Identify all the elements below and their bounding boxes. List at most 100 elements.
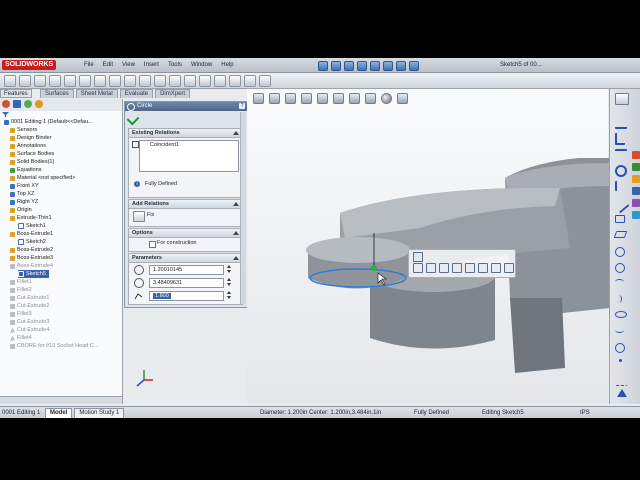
draft-icon[interactable] xyxy=(184,75,196,87)
fix-relation-label[interactable]: Fix xyxy=(147,212,154,219)
wrap-icon[interactable] xyxy=(169,75,181,87)
tab-sheet-metal[interactable]: Sheet Metal xyxy=(75,89,118,98)
file-explorer-icon[interactable] xyxy=(632,175,640,183)
center-y-field[interactable]: 3.48409631 xyxy=(149,278,224,288)
undo-icon[interactable] xyxy=(370,61,380,71)
options-icon[interactable] xyxy=(409,61,419,71)
revolved-cut-icon[interactable] xyxy=(94,75,106,87)
tree-item[interactable]: Cut-Extrude1 xyxy=(10,294,49,302)
select-icon[interactable] xyxy=(383,61,393,71)
appearance-icon[interactable] xyxy=(504,263,514,273)
tab-surfaces[interactable]: Surfaces xyxy=(40,89,74,98)
display-style-icon[interactable] xyxy=(333,93,344,104)
mirror-icon[interactable] xyxy=(615,181,623,191)
solidworks-logo[interactable]: SOLIDWORKS xyxy=(2,60,57,70)
rectangle-icon[interactable] xyxy=(615,215,625,223)
tree-item[interactable]: Design Binder xyxy=(10,134,52,142)
tree-root[interactable]: 0001 Editing 1 (Default<<Defau... xyxy=(4,118,93,126)
for-construction-checkbox[interactable] xyxy=(149,241,156,248)
tree-item[interactable]: Right YZ xyxy=(10,198,38,206)
circle-icon[interactable] xyxy=(615,247,625,257)
property-manager-icon[interactable] xyxy=(13,100,21,108)
tree-item[interactable]: Fillet2 xyxy=(10,286,32,294)
zoom-area-icon[interactable] xyxy=(269,93,280,104)
lofted-boss-icon[interactable] xyxy=(49,75,61,87)
normal-to-icon[interactable] xyxy=(465,263,475,273)
pm-scrollbar[interactable] xyxy=(240,112,246,304)
centerline-icon[interactable] xyxy=(615,375,627,386)
zoom-to-selection-icon[interactable] xyxy=(452,263,462,273)
smart-dimension-icon[interactable] xyxy=(426,263,436,273)
curves-icon[interactable] xyxy=(244,75,256,87)
tab-features[interactable]: Features xyxy=(0,89,32,98)
radius-field[interactable]: 1.600 xyxy=(149,291,224,301)
save-icon[interactable] xyxy=(344,61,354,71)
parameters-title[interactable]: Parameters xyxy=(129,254,242,263)
menu-help[interactable]: Help xyxy=(221,60,233,70)
tab-dimxpert[interactable]: DimXpert xyxy=(155,89,191,98)
fillet-icon[interactable] xyxy=(124,75,136,87)
feature-manager-icon[interactable] xyxy=(2,100,10,108)
filter-icon[interactable] xyxy=(2,112,9,117)
offset-icon[interactable] xyxy=(615,149,627,161)
tree-item[interactable]: Equations xyxy=(10,166,41,174)
tree-item[interactable]: Top XZ xyxy=(10,190,34,198)
smart-dimension-icon[interactable] xyxy=(615,117,627,129)
edit-sketch-icon[interactable] xyxy=(413,263,423,273)
tree-item[interactable]: Sketch2 xyxy=(18,238,46,246)
tree-item[interactable]: Boss-Extrude4 xyxy=(10,262,53,270)
menu-file[interactable]: File xyxy=(84,60,94,70)
units-selector[interactable]: IPS xyxy=(580,409,590,417)
relation-icon[interactable] xyxy=(615,133,625,145)
tab-evaluate[interactable]: Evaluate xyxy=(119,89,154,98)
collapse-icon[interactable] xyxy=(233,131,239,135)
line-icon[interactable] xyxy=(612,196,630,214)
swept-boss-icon[interactable] xyxy=(34,75,46,87)
spline-icon[interactable] xyxy=(615,327,624,333)
view-orientation-icon[interactable] xyxy=(317,93,328,104)
tree-item[interactable]: Sensors xyxy=(10,126,37,134)
menu-view[interactable]: View xyxy=(122,60,135,70)
center-y-spinner[interactable] xyxy=(227,278,232,286)
previous-view-icon[interactable] xyxy=(285,93,296,104)
tree-item[interactable]: Origin xyxy=(10,206,32,214)
hide-icon[interactable] xyxy=(491,263,501,273)
extruded-boss-icon[interactable] xyxy=(4,75,16,87)
parallelogram-icon[interactable] xyxy=(613,231,628,238)
polygon-icon[interactable] xyxy=(615,343,625,353)
revolved-boss-icon[interactable] xyxy=(19,75,31,87)
tree-item[interactable]: Boss-Extrude2 xyxy=(10,246,53,254)
tree-item[interactable]: Cut-Extrude3 xyxy=(10,318,49,326)
swept-cut-icon[interactable] xyxy=(109,75,121,87)
sketch-icon[interactable] xyxy=(615,93,629,105)
custom-properties-icon[interactable] xyxy=(632,211,640,219)
fix-relation-icon[interactable] xyxy=(133,211,145,222)
tree-item[interactable]: Cut-Extrude2 xyxy=(10,302,49,310)
tree-item[interactable]: Annotations xyxy=(10,142,46,150)
shell-icon[interactable] xyxy=(199,75,211,87)
tree-item[interactable]: Fillet1 xyxy=(10,278,32,286)
menu-edit[interactable]: Edit xyxy=(103,60,113,70)
collapse-icon[interactable] xyxy=(233,231,239,235)
rebuild-icon[interactable] xyxy=(396,61,406,71)
menu-window[interactable]: Window xyxy=(191,60,212,70)
hide-show-icon[interactable] xyxy=(349,93,360,104)
tree-item[interactable]: Material <not specified> xyxy=(10,174,75,182)
mirror-icon[interactable] xyxy=(214,75,226,87)
collapse-icon[interactable] xyxy=(233,256,239,260)
tangent-arc-icon[interactable] xyxy=(615,295,622,303)
edit-feature-icon[interactable] xyxy=(478,263,488,273)
new-icon[interactable] xyxy=(318,61,328,71)
options-title[interactable]: Options xyxy=(129,229,242,238)
relation-icon[interactable] xyxy=(439,263,449,273)
pattern-icon[interactable] xyxy=(139,75,151,87)
context-select-icon[interactable] xyxy=(413,252,423,262)
design-library-icon[interactable] xyxy=(632,163,640,171)
tree-item[interactable]: Solid Bodies(1) xyxy=(10,158,54,166)
existing-relations-title[interactable]: Existing Relations xyxy=(129,129,242,138)
perimeter-circle-icon[interactable] xyxy=(615,263,625,273)
view-settings-icon[interactable] xyxy=(397,93,408,104)
arc-icon[interactable] xyxy=(615,279,624,285)
center-x-field[interactable]: 1.20010145 xyxy=(149,265,224,275)
print-icon[interactable] xyxy=(357,61,367,71)
